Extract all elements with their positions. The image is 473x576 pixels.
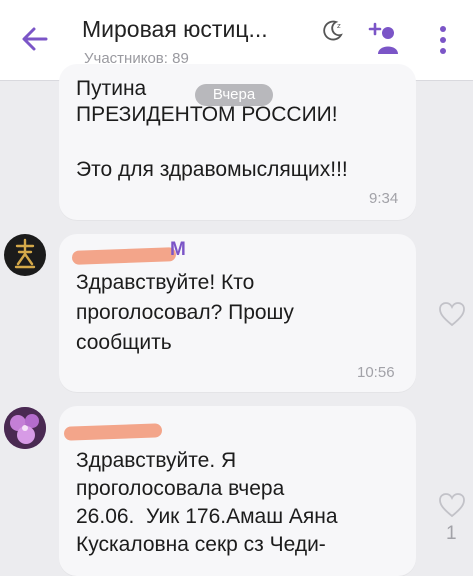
chat-title[interactable]: Мировая юстиц... <box>82 16 268 43</box>
sender-avatar[interactable] <box>4 234 46 276</box>
message-time: 10:56 <box>357 364 395 381</box>
back-arrow-icon <box>22 27 48 51</box>
more-vert-icon <box>440 26 446 54</box>
like-button[interactable] <box>438 492 466 518</box>
sender-avatar[interactable] <box>4 407 46 449</box>
back-button[interactable] <box>18 22 52 56</box>
message-line: Кускаловна секр сз Чеди- <box>76 533 326 556</box>
heart-icon <box>439 493 465 518</box>
message-line: сообщить <box>76 331 172 354</box>
more-options-button[interactable] <box>432 24 454 56</box>
message-line: Это для здравомыслящих!!! <box>76 158 348 181</box>
add-member-button[interactable] <box>368 20 402 56</box>
message-time: 9:34 <box>369 190 399 207</box>
message-line: Здравствуйте. Я <box>76 449 237 472</box>
orchid-avatar-image <box>4 407 46 449</box>
message-line: ПРЕЗИДЕНТОМ РОССИИ! <box>76 103 338 126</box>
svg-text:z: z <box>337 22 341 30</box>
calligraphy-avatar-image <box>14 238 36 269</box>
mute-status[interactable]: z <box>321 18 345 42</box>
add-member-icon <box>368 22 398 54</box>
heart-icon <box>439 302 465 327</box>
sender-name-visible-part: М <box>170 239 186 260</box>
moon-icon: z <box>323 20 343 41</box>
message-line: проголосовал? Прошу <box>76 301 294 324</box>
like-button[interactable] <box>438 301 466 327</box>
message-line: проголосовала вчера <box>76 477 285 500</box>
like-count: 1 <box>446 523 457 544</box>
message-line: 26.06. Уик 176.Амаш Аяна <box>76 505 338 528</box>
message-line: Здравствуйте! Кто <box>76 271 255 294</box>
